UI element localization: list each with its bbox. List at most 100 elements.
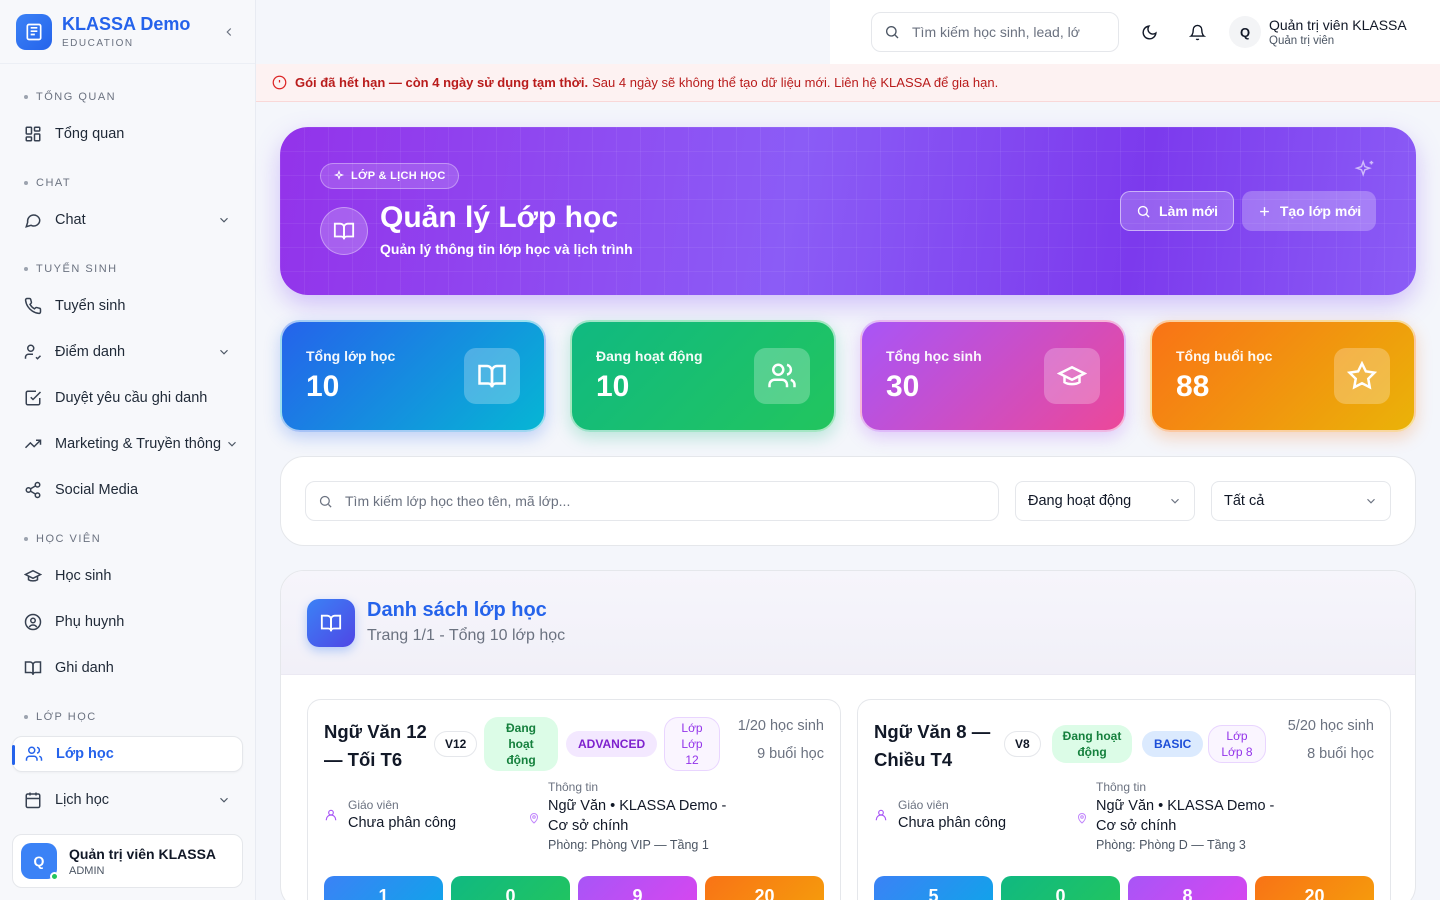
student-count: 1/20 học sinh xyxy=(737,718,824,734)
sidebar-item-enrollment[interactable]: Ghi danh xyxy=(12,650,243,686)
checkbox-icon xyxy=(24,389,42,407)
section-label-overview: TỔNG QUAN xyxy=(12,88,243,106)
user-circle-icon xyxy=(24,613,42,631)
class-search-input[interactable]: Tìm kiếm lớp học theo tên, mã lớp... xyxy=(305,481,999,521)
class-info: Thông tin Ngữ Văn • KLASSA Demo - Cơ sở … xyxy=(528,780,728,852)
bell-icon xyxy=(1188,24,1206,40)
create-class-button[interactable]: Tạo lớp mới xyxy=(1242,191,1376,231)
sidebar-item-enrollment-requests[interactable]: Duyệt yêu cầu ghi danh xyxy=(12,380,243,416)
trending-up-icon xyxy=(24,435,42,453)
notifications-button[interactable] xyxy=(1179,14,1215,50)
search-icon xyxy=(886,26,899,39)
mini-stat: 1 xyxy=(324,876,443,900)
sidebar-item-classes[interactable]: Lớp học xyxy=(12,736,243,772)
chevron-down-icon xyxy=(225,437,239,451)
global-search-input[interactable]: Tìm kiếm học sinh, lead, lớ xyxy=(871,12,1119,52)
hero-tag: LỚP & LỊCH HỌC xyxy=(320,163,459,189)
plus-icon xyxy=(1259,206,1269,216)
status-select[interactable]: Đang hoạt động xyxy=(1015,481,1195,521)
search-icon xyxy=(1137,205,1150,218)
list-title: Danh sách lớp học xyxy=(367,599,547,621)
graduation-cap-icon xyxy=(24,567,42,585)
users-icon xyxy=(754,348,810,404)
sidebar-user-name: Quản trị viên KLASSA xyxy=(69,845,217,862)
sidebar-item-marketing[interactable]: Marketing & Truyền thông xyxy=(12,426,243,462)
level-select[interactable]: Tất cả xyxy=(1211,481,1391,521)
chevron-down-icon xyxy=(217,793,231,807)
brand-subtitle: EDUCATION xyxy=(62,38,134,49)
stat-total-students: Tổng học sinh 30 xyxy=(860,320,1126,432)
session-count: 8 buổi học xyxy=(1307,746,1374,762)
theme-toggle-button[interactable] xyxy=(1131,14,1167,50)
sidebar-item-overview[interactable]: Tổng quan xyxy=(12,116,243,152)
sidebar-item-parents[interactable]: Phụ huynh xyxy=(12,604,243,640)
level-badge: ADVANCED xyxy=(566,731,658,757)
teacher-info: Giáo viên Chưa phân công xyxy=(874,798,1006,831)
sidebar-item-chat[interactable]: Chat xyxy=(12,202,243,238)
section-label-students: HỌC VIÊN xyxy=(12,530,243,548)
student-count: 5/20 học sinh xyxy=(1287,718,1374,734)
class-card[interactable]: Ngữ Văn 8 — Chiều T4 V8 Đang hoạt động B… xyxy=(857,699,1391,900)
section-label-classes: LỚP HỌC xyxy=(12,708,243,726)
book-open-icon xyxy=(320,207,368,255)
sidebar: KLASSA Demo EDUCATION TỔNG QUAN Tổng qua… xyxy=(0,0,256,900)
chevron-down-icon xyxy=(217,213,231,227)
user-check-icon xyxy=(24,343,42,361)
graduation-cap-icon xyxy=(1044,348,1100,404)
mini-stat: 0 xyxy=(1001,876,1120,900)
status-badge: Đang hoạt động xyxy=(1052,725,1132,763)
sidebar-user-card[interactable]: Q Quản trị viên KLASSA ADMIN xyxy=(12,834,243,888)
brand-logo[interactable] xyxy=(16,13,52,50)
sidebar-user-role: ADMIN xyxy=(69,864,105,877)
page-subtitle: Quản lý thông tin lớp học và lịch trình xyxy=(380,241,633,257)
users-icon xyxy=(25,745,43,763)
moon-icon xyxy=(1142,24,1157,39)
avatar: Q xyxy=(21,843,59,881)
list-subtitle: Trang 1/1 - Tổng 10 lớp học xyxy=(367,627,566,644)
sidebar-item-schedule[interactable]: Lịch học xyxy=(12,782,243,818)
mini-stat: 5 xyxy=(874,876,993,900)
chat-icon xyxy=(24,211,42,229)
class-name: Ngữ Văn 8 — Chiều T4 xyxy=(874,721,991,770)
refresh-button[interactable]: Làm mới xyxy=(1120,191,1234,231)
session-count: 9 buổi học xyxy=(757,746,824,762)
sparkles-icon xyxy=(1354,159,1376,186)
dashboard-icon xyxy=(24,125,42,143)
topbar: Tìm kiếm học sinh, lead, lớ Q Quản trị v… xyxy=(830,0,1440,64)
alert-circle-icon xyxy=(272,75,287,90)
book-open-icon xyxy=(307,599,355,647)
class-card[interactable]: Ngữ Văn 12 — Tối T6 V12 Đang hoạt động A… xyxy=(307,699,841,900)
section-label-chat: CHAT xyxy=(12,174,243,192)
online-indicator xyxy=(50,872,59,881)
sidebar-item-admissions[interactable]: Tuyển sinh xyxy=(12,288,243,324)
teacher-info: Giáo viên Chưa phân công xyxy=(324,798,456,831)
class-name: Ngữ Văn 12 — Tối T6 xyxy=(324,721,427,770)
mini-stat: 9 xyxy=(578,876,697,900)
chevron-down-icon xyxy=(1171,498,1179,504)
chevron-down-icon xyxy=(217,345,231,359)
chevron-left-icon xyxy=(226,27,232,36)
mini-stat: 20 xyxy=(705,876,824,900)
class-info: Thông tin Ngữ Văn • KLASSA Demo - Cơ sở … xyxy=(1076,780,1276,852)
map-pin-icon xyxy=(529,813,539,824)
share-icon xyxy=(24,481,42,499)
sidebar-item-social-media[interactable]: Social Media xyxy=(12,472,243,508)
user-menu[interactable]: Q Quản trị viên KLASSA Quản trị viên xyxy=(1229,16,1407,48)
stat-total-sessions: Tổng buổi học 88 xyxy=(1150,320,1416,432)
filter-bar: Tìm kiếm lớp học theo tên, mã lớp... Đan… xyxy=(280,456,1416,546)
book-open-icon xyxy=(24,659,42,677)
avatar: Q xyxy=(1229,16,1261,48)
alert-strong-text: Gói đã hết hạn — còn 4 ngày sử dụng tạm … xyxy=(295,75,589,90)
brand: KLASSA Demo EDUCATION xyxy=(0,0,255,64)
collapse-sidebar-button[interactable] xyxy=(219,22,239,42)
book-open-icon xyxy=(464,348,520,404)
status-badge: Đang hoạt động xyxy=(484,717,558,771)
class-code-badge: V12 xyxy=(434,731,478,757)
sidebar-item-attendance[interactable]: Điểm danh xyxy=(12,334,243,370)
stat-active-classes: Đang hoạt động 10 xyxy=(570,320,836,432)
map-pin-icon xyxy=(1077,813,1087,824)
sidebar-item-students[interactable]: Học sinh xyxy=(12,558,243,594)
sidebar-nav: TỔNG QUAN Tổng quan CHAT Chat TUYỂN SINH… xyxy=(0,64,255,824)
phone-icon xyxy=(24,297,42,315)
sparkles-icon xyxy=(333,170,345,181)
